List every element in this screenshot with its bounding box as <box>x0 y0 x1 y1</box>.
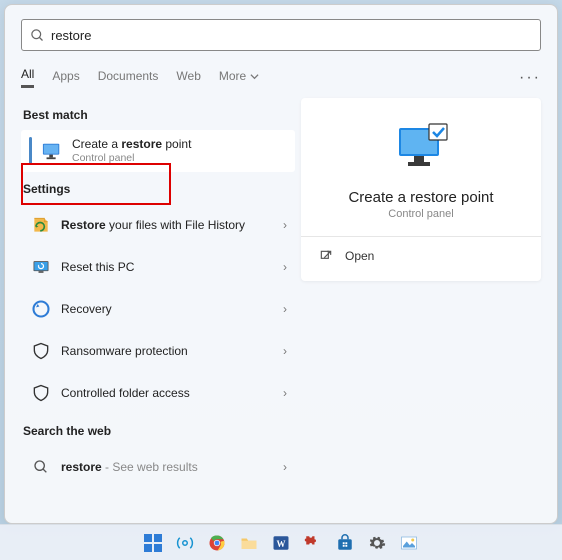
selection-indicator <box>29 137 32 165</box>
ransomware-icon <box>29 341 53 361</box>
tab-apps[interactable]: Apps <box>52 69 79 87</box>
start-search-panel: All Apps Documents Web More ··· Best mat… <box>4 4 558 524</box>
taskbar: W <box>0 524 562 560</box>
taskbar-settings-icon[interactable] <box>364 530 390 556</box>
chevron-right-icon: › <box>283 218 287 232</box>
result-title: Create a restore point <box>72 137 287 152</box>
section-search-web: Search the web <box>23 424 295 438</box>
result-preview-card: Create a restore point Control panel Ope… <box>301 98 541 281</box>
result-ransomware-protection[interactable]: Ransomware protection › <box>21 330 295 372</box>
result-web-restore[interactable]: restore - See web results › <box>21 446 295 488</box>
recovery-icon <box>29 299 53 319</box>
history-icon <box>29 215 53 235</box>
chevron-right-icon: › <box>283 260 287 274</box>
chevron-right-icon: › <box>283 460 287 474</box>
section-best-match: Best match <box>23 108 295 122</box>
result-title: Recovery <box>61 302 283 317</box>
search-input[interactable] <box>45 28 532 43</box>
taskbar-word-icon[interactable]: W <box>268 530 294 556</box>
result-subtitle: Control panel <box>72 152 287 165</box>
folder-access-icon <box>29 383 53 403</box>
more-options-button[interactable]: ··· <box>519 69 541 87</box>
search-box[interactable] <box>21 19 541 51</box>
result-restore-file-history[interactable]: Restore your files with File History › <box>21 204 295 246</box>
search-icon <box>30 28 45 43</box>
taskbar-photos-icon[interactable] <box>396 530 422 556</box>
result-title: Reset this PC <box>61 260 283 275</box>
filter-tabs: All Apps Documents Web More ··· <box>21 67 541 88</box>
result-title: Restore your files with File History <box>61 218 283 233</box>
svg-text:W: W <box>277 538 286 548</box>
start-button[interactable] <box>140 530 166 556</box>
monitor-icon <box>40 141 64 161</box>
preview-title: Create a restore point <box>313 189 529 206</box>
tab-documents[interactable]: Documents <box>98 69 159 87</box>
preview-subtitle: Control panel <box>313 208 529 220</box>
tab-all[interactable]: All <box>21 67 34 88</box>
open-icon <box>319 249 333 263</box>
taskbar-store-icon[interactable] <box>332 530 358 556</box>
reset-icon <box>29 257 53 277</box>
result-title: Controlled folder access <box>61 386 283 401</box>
taskbar-broadcast-icon[interactable] <box>172 530 198 556</box>
taskbar-chrome-icon[interactable] <box>204 530 230 556</box>
result-title: Ransomware protection <box>61 344 283 359</box>
tab-web[interactable]: Web <box>176 69 200 87</box>
result-create-restore-point[interactable]: Create a restore point Control panel <box>21 130 295 172</box>
chevron-down-icon <box>250 72 259 81</box>
section-settings: Settings <box>23 182 295 196</box>
monitor-check-icon <box>393 122 449 172</box>
chevron-right-icon: › <box>283 302 287 316</box>
tab-more[interactable]: More <box>219 69 259 87</box>
preview-action-label: Open <box>345 249 374 263</box>
preview-action-open[interactable]: Open <box>313 237 529 269</box>
result-reset-this-pc[interactable]: Reset this PC › <box>21 246 295 288</box>
result-controlled-folder-access[interactable]: Controlled folder access › <box>21 372 295 414</box>
result-recovery[interactable]: Recovery › <box>21 288 295 330</box>
taskbar-puzzle-icon[interactable] <box>300 530 326 556</box>
chevron-right-icon: › <box>283 344 287 358</box>
search-icon <box>29 459 53 475</box>
result-title: restore - See web results <box>61 460 283 475</box>
taskbar-explorer-icon[interactable] <box>236 530 262 556</box>
chevron-right-icon: › <box>283 386 287 400</box>
